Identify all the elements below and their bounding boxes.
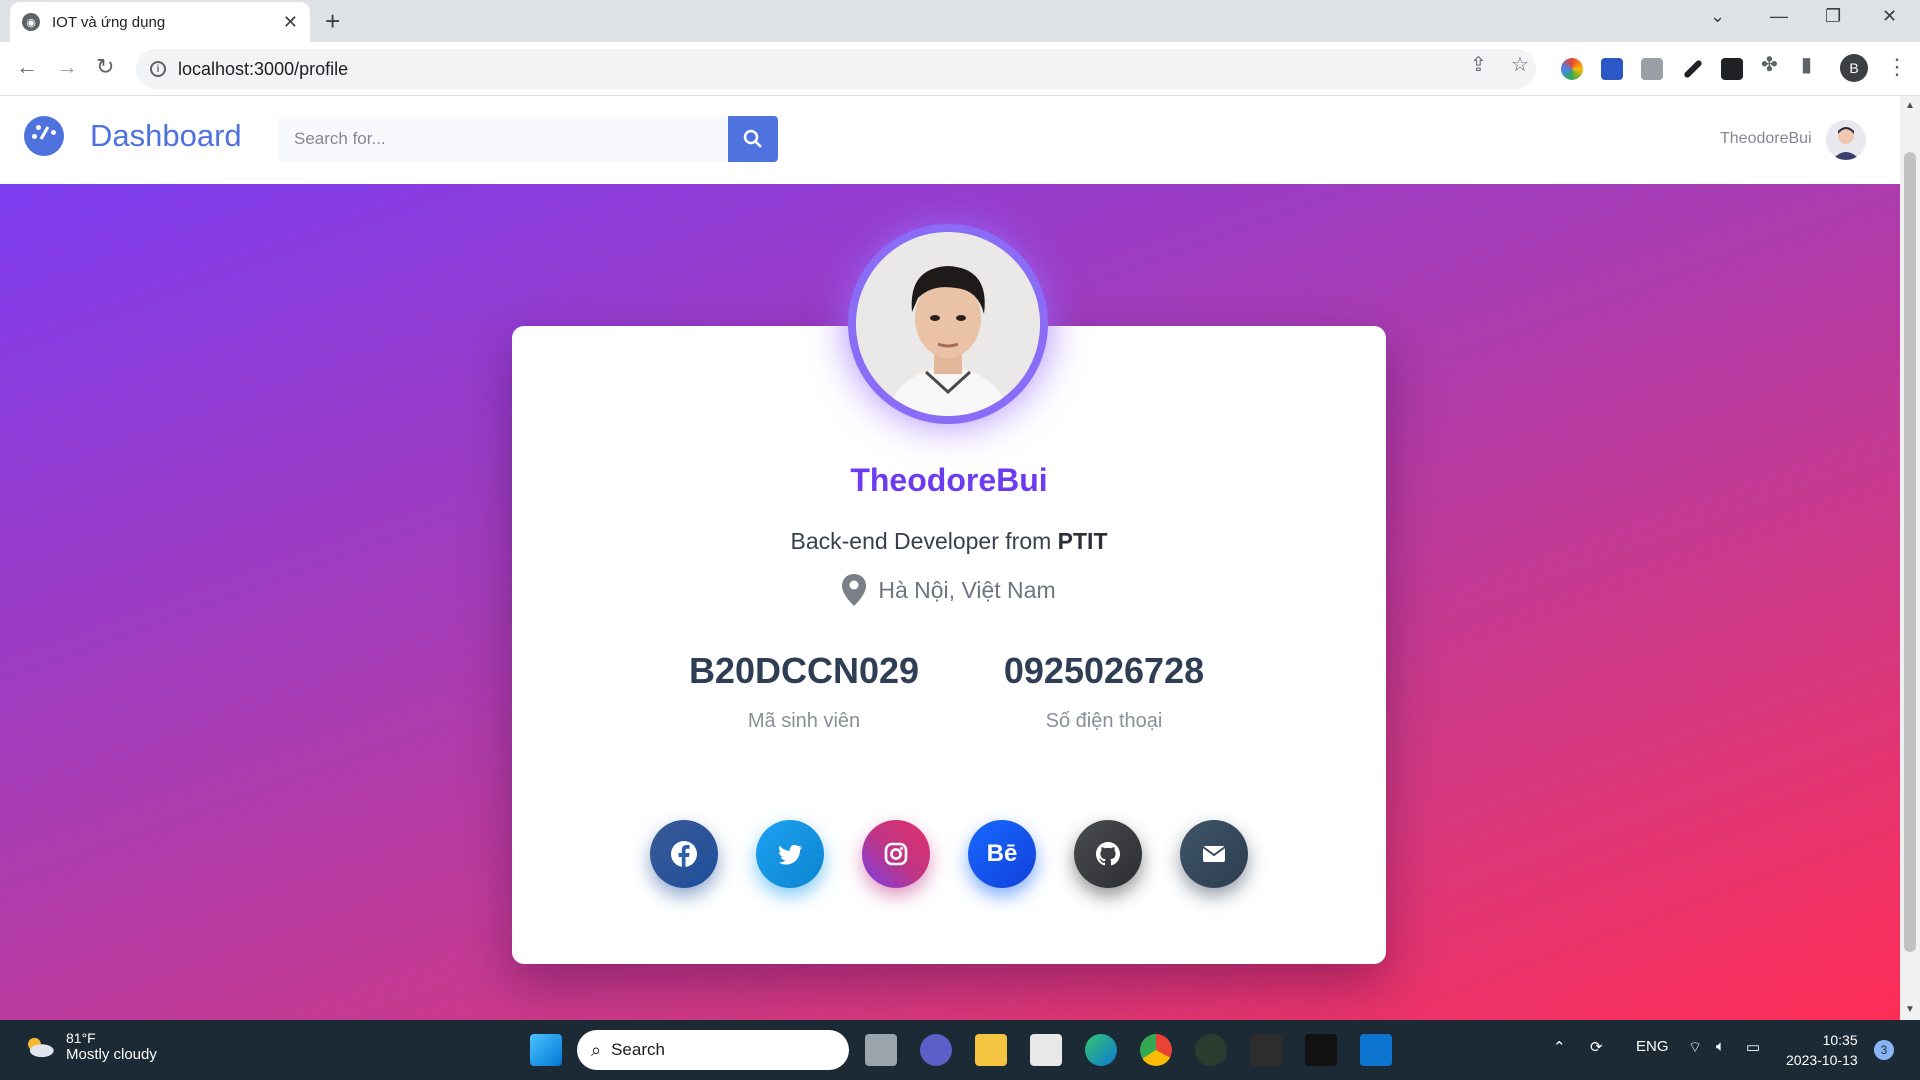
microsoft-store-icon[interactable] xyxy=(1030,1034,1062,1066)
instagram-icon xyxy=(884,842,908,866)
student-id-label: Mã sinh viên xyxy=(747,710,861,732)
weather-temperature: 81°F xyxy=(66,1030,96,1046)
minimize-button[interactable]: — xyxy=(1770,6,1788,27)
scroll-down-arrow-icon[interactable]: ▼ xyxy=(1905,1004,1915,1015)
task-view-icon[interactable] xyxy=(865,1034,897,1066)
url-text: localhost:3000/profile xyxy=(178,58,349,79)
search-input[interactable] xyxy=(278,116,728,162)
windows-start-icon[interactable] xyxy=(530,1034,562,1066)
phone-value: 0925026728 xyxy=(1003,650,1205,691)
close-tab-icon[interactable]: ✕ xyxy=(283,12,298,33)
side-panel-icon[interactable]: ▮ xyxy=(1801,52,1812,77)
weather-description: Mostly cloudy xyxy=(66,1046,157,1063)
clock-date: 2023-10-13 xyxy=(1786,1052,1858,1068)
sync-icon[interactable]: ⟳ xyxy=(1590,1038,1603,1056)
profile-avatar xyxy=(848,224,1048,424)
chrome-icon[interactable] xyxy=(1140,1034,1172,1066)
extension-icon[interactable] xyxy=(1721,58,1743,80)
command-prompt-icon[interactable] xyxy=(1305,1034,1337,1066)
envelope-icon xyxy=(1202,846,1226,862)
app-header: Dashboard TheodoreBui xyxy=(0,96,1900,184)
back-button[interactable]: ← xyxy=(16,54,38,80)
scroll-up-arrow-icon[interactable]: ▲ xyxy=(1905,100,1915,111)
twitter-icon xyxy=(778,844,802,865)
chevron-up-icon[interactable]: ⌃ xyxy=(1553,1038,1566,1056)
new-tab-button[interactable]: + xyxy=(325,6,340,37)
eyedropper-extension-icon[interactable] xyxy=(1683,59,1703,79)
extension-icon[interactable] xyxy=(1561,58,1583,80)
info-icon[interactable]: i xyxy=(150,61,166,77)
facebook-button[interactable] xyxy=(650,820,718,888)
location-text: Hà Nội, Việt Nam xyxy=(878,576,1056,603)
user-avatar[interactable] xyxy=(1826,120,1866,160)
browser-toolbar: ← → ↻ i localhost:3000/profile ⇪ ☆ ✤ ▮ B… xyxy=(0,42,1920,96)
terminal-icon[interactable] xyxy=(1250,1034,1282,1066)
wifi-icon[interactable]: ⌔ xyxy=(1688,1038,1702,1057)
volume-icon[interactable]: 🔈︎ xyxy=(1716,1038,1725,1055)
taskbar-clock[interactable]: 10:35 2023-10-13 xyxy=(1786,1030,1858,1070)
brand-title[interactable]: Dashboard xyxy=(90,118,242,154)
browser-tab[interactable]: ◉ IOT và ứng dụng ✕ xyxy=(10,2,310,42)
forward-button[interactable]: → xyxy=(56,54,78,80)
tab-search-icon[interactable]: ⌄ xyxy=(1710,6,1725,27)
weather-widget[interactable]: 81°F Mostly cloudy xyxy=(22,1030,157,1063)
behance-button[interactable]: Bē xyxy=(968,820,1036,888)
close-window-button[interactable]: ✕ xyxy=(1882,6,1897,27)
social-links: Bē xyxy=(650,820,1248,888)
search-icon xyxy=(743,129,762,148)
instagram-button[interactable] xyxy=(862,820,930,888)
email-button[interactable] xyxy=(1180,820,1248,888)
map-pin-icon xyxy=(842,574,867,606)
globe-icon: ◉ xyxy=(22,13,40,31)
github-button[interactable] xyxy=(1074,820,1142,888)
battery-icon[interactable]: ▭ xyxy=(1746,1038,1760,1056)
taskbar-search[interactable]: ⌕ Search xyxy=(577,1030,849,1070)
search-button[interactable] xyxy=(728,116,778,162)
header-username[interactable]: TheodoreBui xyxy=(1720,130,1812,148)
stat-student-id: B20DCCN029 Mã sinh viên xyxy=(674,650,934,733)
phone-label: Số điện thoại xyxy=(1045,710,1163,732)
clock-time: 10:35 xyxy=(1822,1032,1858,1048)
cloud-sun-icon xyxy=(28,1037,54,1057)
github-icon xyxy=(1096,842,1120,866)
scrollbar-thumb[interactable] xyxy=(1904,152,1916,952)
bookmark-star-icon[interactable]: ☆ xyxy=(1511,52,1529,77)
address-bar[interactable]: i localhost:3000/profile xyxy=(136,49,1536,89)
chat-icon[interactable] xyxy=(920,1034,952,1066)
tab-title: IOT và ứng dụng xyxy=(52,13,166,31)
page-scrollbar[interactable]: ▲ ▼ xyxy=(1900,96,1920,1020)
extension-icon[interactable] xyxy=(1601,58,1623,80)
mongodb-compass-icon[interactable] xyxy=(1195,1034,1227,1066)
dashboard-gauge-icon[interactable] xyxy=(24,116,64,156)
profile-name: TheodoreBui xyxy=(850,462,1048,498)
browser-tab-bar: ◉ IOT và ứng dụng ✕ + ⌄ — ❐ ✕ xyxy=(0,0,1920,42)
extension-icon[interactable] xyxy=(1641,58,1663,80)
vscode-icon[interactable] xyxy=(1360,1034,1392,1066)
twitter-button[interactable] xyxy=(756,820,824,888)
taskbar-search-label: Search xyxy=(611,1040,665,1059)
profile-role: Back-end Developer from PTIT xyxy=(512,528,1386,555)
page-viewport: Dashboard TheodoreBui TheodoreB xyxy=(0,96,1900,1020)
student-id-value: B20DCCN029 xyxy=(688,650,920,691)
profile-location: Hà Nội, Việt Nam xyxy=(512,574,1386,606)
restore-button[interactable]: ❐ xyxy=(1825,6,1841,27)
browser-menu-icon[interactable]: ⋮ xyxy=(1886,54,1908,80)
search-icon: ⌕ xyxy=(591,1039,602,1060)
facebook-icon xyxy=(671,841,697,867)
share-icon[interactable]: ⇪ xyxy=(1470,52,1487,77)
file-explorer-icon[interactable] xyxy=(975,1034,1007,1066)
stat-phone: 0925026728 Số điện thoại xyxy=(974,650,1234,733)
reload-button[interactable]: ↻ xyxy=(96,54,114,80)
role-text: Back-end Developer from xyxy=(790,528,1058,554)
profile-photo xyxy=(856,232,1040,416)
notification-badge[interactable]: 3 xyxy=(1874,1040,1894,1060)
role-organization: PTIT xyxy=(1057,528,1108,554)
browser-profile-avatar[interactable]: B xyxy=(1840,54,1868,82)
behance-icon: Bē xyxy=(986,840,1018,867)
edge-icon[interactable] xyxy=(1085,1034,1117,1066)
puzzle-extensions-icon[interactable]: ✤ xyxy=(1761,52,1778,77)
windows-taskbar: 81°F Mostly cloudy ⌕ Search ⌃ ⟳ ENG ⌔ 🔈︎… xyxy=(0,1020,1920,1080)
language-indicator[interactable]: ENG xyxy=(1636,1038,1669,1055)
